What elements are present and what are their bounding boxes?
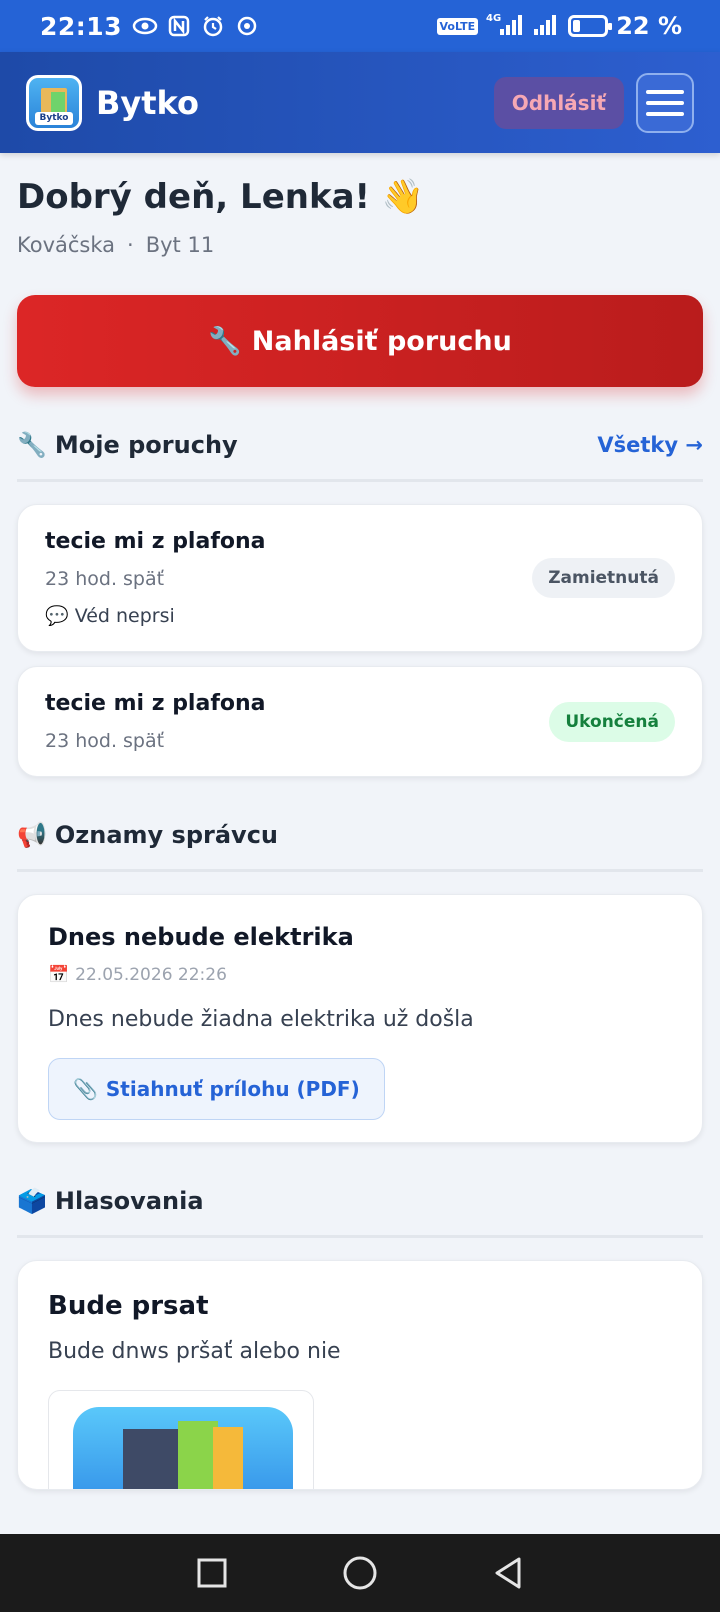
street-name: Kováčska bbox=[17, 233, 116, 257]
polls-section-title: Hlasovania bbox=[54, 1187, 204, 1215]
signal-4g-icon: 4G bbox=[486, 11, 524, 41]
back-icon[interactable] bbox=[488, 1553, 528, 1593]
nfc-icon bbox=[166, 13, 192, 39]
download-attachment-label: Stiahnuť prílohu (PDF) bbox=[105, 1077, 360, 1101]
fault-card[interactable]: tecie mi z plafona 23 hod. späť 💬 Véd ne… bbox=[17, 504, 703, 652]
greeting-title: Dobrý deň, Lenka! 👋 bbox=[17, 177, 425, 217]
polls-section-header: 🗳️ Hlasovania bbox=[17, 1187, 703, 1238]
fault-title: tecie mi z plafona bbox=[45, 691, 266, 716]
report-fault-label: Nahlásiť poruchu bbox=[251, 325, 512, 357]
status-bar: 22:13 VoLTE 4G 22 % bbox=[0, 0, 720, 52]
home-icon[interactable] bbox=[340, 1553, 380, 1593]
hamburger-menu-button[interactable] bbox=[636, 72, 694, 133]
building-illustration bbox=[73, 1407, 293, 1489]
wrench-icon: 🔧 bbox=[17, 431, 47, 459]
signal-icon bbox=[532, 11, 560, 41]
status-badge: Ukončená bbox=[549, 701, 675, 742]
volte-badge: VoLTE bbox=[436, 17, 479, 35]
fault-comment: 💬 Véd neprsi bbox=[45, 605, 175, 627]
calendar-icon: 📅 bbox=[48, 965, 70, 985]
status-badge: Zamietnutá bbox=[532, 558, 675, 598]
megaphone-icon: 📢 bbox=[17, 821, 47, 849]
logout-button[interactable]: Odhlásiť bbox=[493, 76, 624, 129]
poll-card[interactable]: Bude prsat Bude dnws pršať alebo nie bbox=[17, 1260, 703, 1490]
faults-section-header: 🔧 Moje poruchy Všetky → bbox=[17, 431, 703, 482]
report-fault-button[interactable]: 🔧 Nahlásiť poruchu bbox=[17, 295, 703, 387]
announcement-date: 📅 22.05.2026 22:26 bbox=[48, 965, 672, 985]
app-header: Bytko Bytko Odhlásiť bbox=[0, 52, 720, 153]
battery-icon bbox=[568, 15, 613, 37]
apartment-number: Byt 11 bbox=[145, 233, 215, 257]
fault-time: 23 hod. späť bbox=[45, 730, 165, 752]
app-logo[interactable]: Bytko bbox=[26, 74, 82, 131]
poll-title: Bude prsat bbox=[48, 1291, 209, 1321]
eye-icon bbox=[132, 13, 158, 39]
announcements-section-title: Oznamy správcu bbox=[54, 821, 279, 849]
fault-title: tecie mi z plafona bbox=[45, 529, 266, 554]
alarm-icon bbox=[200, 13, 226, 39]
recent-apps-icon[interactable] bbox=[192, 1553, 232, 1593]
status-left-icons bbox=[132, 13, 260, 39]
battery-percent: 22 % bbox=[616, 12, 682, 40]
chrome-icon bbox=[234, 13, 260, 39]
announcements-section-header: 📢 Oznamy správcu bbox=[17, 821, 703, 872]
announcement-title: Dnes nebude elektrika bbox=[48, 923, 354, 951]
announcement-text: Dnes nebude žiadna elektrika už došla bbox=[48, 1007, 474, 1032]
announcement-date-text: 22.05.2026 22:26 bbox=[75, 965, 227, 985]
paperclip-icon: 📎 bbox=[73, 1077, 98, 1101]
fault-time: 23 hod. späť bbox=[45, 568, 165, 590]
poll-image-frame[interactable] bbox=[48, 1390, 314, 1489]
status-right: VoLTE 4G 22 % bbox=[436, 11, 682, 41]
wrench-icon: 🔧 bbox=[208, 326, 242, 357]
download-attachment-button[interactable]: 📎 Stiahnuť prílohu (PDF) bbox=[48, 1058, 385, 1120]
separator-dot: · bbox=[127, 233, 134, 257]
system-nav-bar bbox=[0, 1534, 720, 1612]
svg-text:4G: 4G bbox=[486, 13, 501, 24]
logo-text: Bytko bbox=[35, 111, 73, 125]
announcement-card: Dnes nebude elektrika 📅 22.05.2026 22:26… bbox=[17, 894, 703, 1143]
app-title: Bytko bbox=[96, 83, 199, 122]
ballot-box-icon: 🗳️ bbox=[17, 1187, 47, 1215]
status-time: 22:13 bbox=[40, 11, 123, 41]
all-faults-link[interactable]: Všetky → bbox=[597, 433, 703, 457]
main-content: Dobrý deň, Lenka! 👋 Kováčska · Byt 11 🔧 Na… bbox=[17, 153, 703, 1490]
fault-card[interactable]: tecie mi z plafona 23 hod. späť Ukončená bbox=[17, 666, 703, 777]
address-line: Kováčska · Byt 11 bbox=[17, 233, 703, 257]
poll-description: Bude dnws pršať alebo nie bbox=[48, 1339, 341, 1364]
faults-section-title: Moje poruchy bbox=[54, 431, 238, 459]
hamburger-icon bbox=[646, 89, 684, 94]
